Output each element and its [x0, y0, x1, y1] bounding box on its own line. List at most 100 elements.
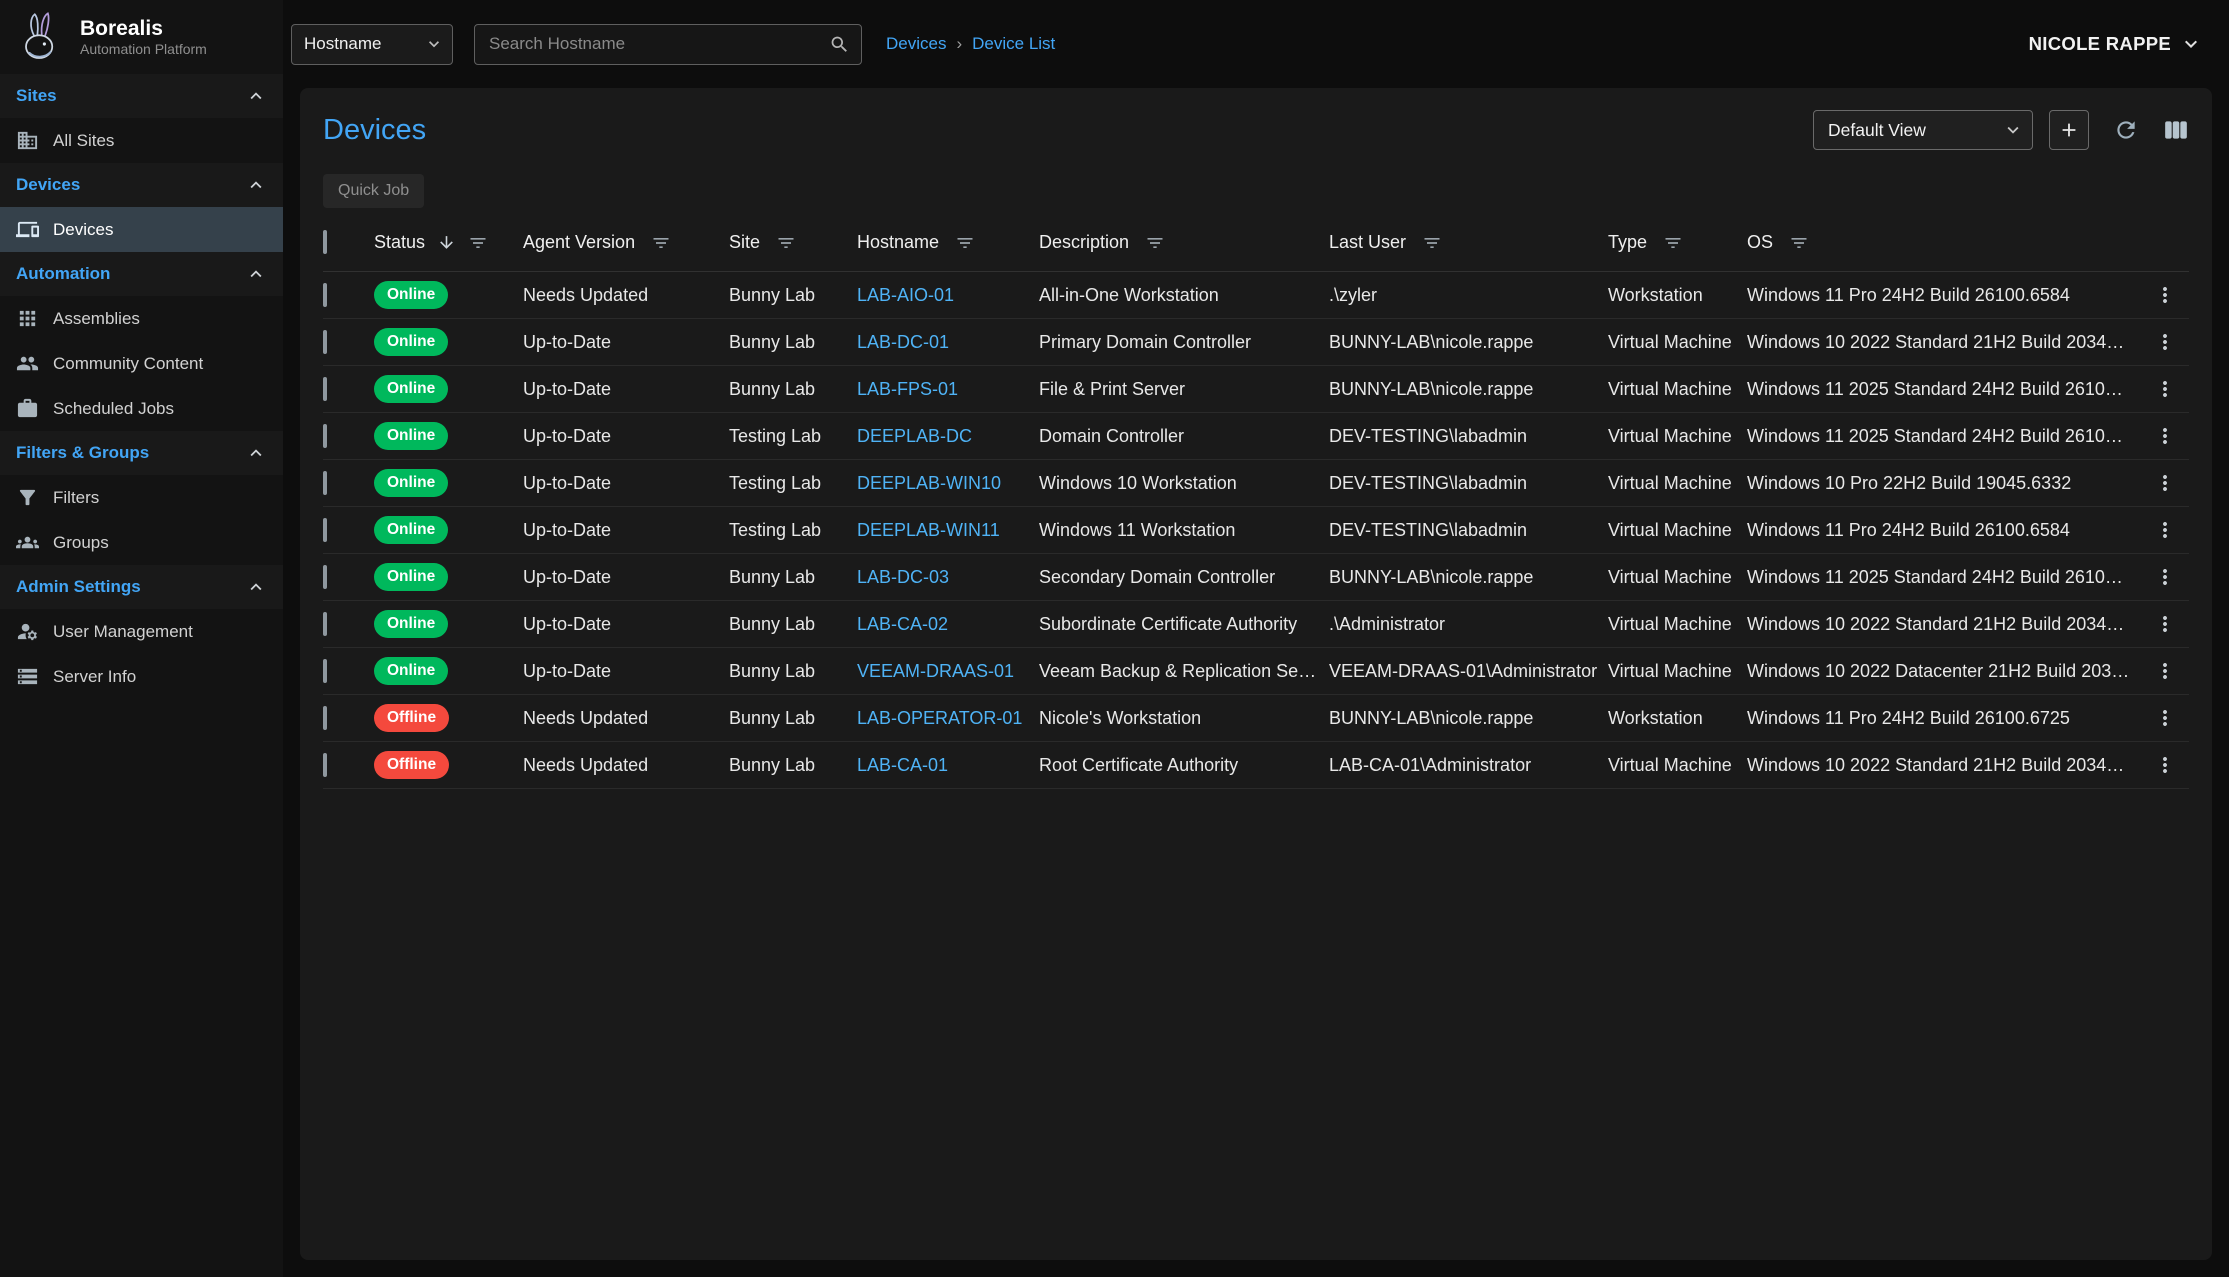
sidebar-item-assemblies[interactable]: Assemblies — [0, 296, 283, 341]
more-vert-icon — [2153, 753, 2177, 777]
filter-icon[interactable] — [776, 233, 796, 253]
quick-job-button[interactable]: Quick Job — [323, 174, 424, 208]
search-field-select[interactable]: Hostname — [291, 24, 453, 65]
agent-version-cell: Up-to-Date — [523, 567, 729, 588]
row-menu-button[interactable] — [2153, 330, 2177, 354]
type-cell: Virtual Machine — [1608, 755, 1747, 776]
row-menu-button[interactable] — [2153, 753, 2177, 777]
app-logo: Borealis Automation Platform — [0, 0, 283, 74]
sort-desc-icon[interactable] — [437, 233, 456, 252]
status-badge: Online — [374, 422, 448, 450]
filter-icon[interactable] — [1145, 233, 1165, 253]
filter-icon[interactable] — [651, 233, 671, 253]
sidebar-section-sites[interactable]: Sites — [0, 74, 283, 118]
filter-icon[interactable] — [1422, 233, 1442, 253]
sidebar-item-server-info[interactable]: Server Info — [0, 654, 283, 699]
hostname-link[interactable]: LAB-FPS-01 — [857, 379, 1039, 400]
row-menu-button[interactable] — [2153, 424, 2177, 448]
last-user-cell: DEV-TESTING\labadmin — [1329, 473, 1608, 494]
sidebar-item-groups[interactable]: Groups — [0, 520, 283, 565]
chevron-up-icon — [245, 85, 267, 107]
user-management-icon — [16, 620, 39, 643]
column-header-description[interactable]: Description — [1039, 232, 1129, 253]
sidebar-item-user-management[interactable]: User Management — [0, 609, 283, 654]
sidebar-item-community-content[interactable]: Community Content — [0, 341, 283, 386]
row-menu-button[interactable] — [2153, 659, 2177, 683]
hostname-link[interactable]: DEEPLAB-WIN10 — [857, 473, 1039, 494]
column-header-hostname[interactable]: Hostname — [857, 232, 939, 253]
plus-icon — [2058, 119, 2080, 141]
hostname-link[interactable]: DEEPLAB-WIN11 — [857, 520, 1039, 541]
sidebar-section-admin-settings[interactable]: Admin Settings — [0, 565, 283, 609]
row-menu-button[interactable] — [2153, 565, 2177, 589]
add-view-button[interactable] — [2049, 110, 2089, 150]
column-header-site[interactable]: Site — [729, 232, 760, 253]
row-checkbox[interactable] — [323, 706, 327, 730]
sidebar-item-all-sites[interactable]: All Sites — [0, 118, 283, 163]
app-subtitle: Automation Platform — [80, 41, 207, 57]
column-header-os[interactable]: OS — [1747, 232, 1773, 253]
row-menu-button[interactable] — [2153, 706, 2177, 730]
row-menu-button[interactable] — [2153, 518, 2177, 542]
row-checkbox[interactable] — [323, 424, 327, 448]
hostname-link[interactable]: LAB-OPERATOR-01 — [857, 708, 1039, 729]
row-checkbox[interactable] — [323, 753, 327, 777]
column-header-agent-version[interactable]: Agent Version — [523, 232, 635, 253]
sidebar-section-filters-groups[interactable]: Filters & Groups — [0, 431, 283, 475]
hostname-link[interactable]: VEEAM-DRAAS-01 — [857, 661, 1039, 682]
hostname-link[interactable]: LAB-DC-03 — [857, 567, 1039, 588]
agent-version-cell: Up-to-Date — [523, 332, 729, 353]
row-menu-button[interactable] — [2153, 612, 2177, 636]
row-checkbox[interactable] — [323, 612, 327, 636]
filter-icon[interactable] — [955, 233, 975, 253]
rabbit-logo-icon — [12, 9, 68, 65]
row-checkbox[interactable] — [323, 471, 327, 495]
row-menu-button[interactable] — [2153, 377, 2177, 401]
description-cell: Subordinate Certificate Authority — [1039, 614, 1329, 635]
status-badge: Online — [374, 657, 448, 685]
table-row: Online Up-to-Date Testing Lab DEEPLAB-DC… — [323, 413, 2189, 460]
status-badge: Online — [374, 516, 448, 544]
sidebar-item-devices[interactable]: Devices — [0, 207, 283, 252]
search-input[interactable] — [474, 24, 862, 65]
hostname-link[interactable]: LAB-DC-01 — [857, 332, 1039, 353]
sidebar-item-label: Groups — [53, 533, 109, 553]
hostname-link[interactable]: LAB-CA-01 — [857, 755, 1039, 776]
section-label: Admin Settings — [16, 577, 141, 597]
row-checkbox[interactable] — [323, 659, 327, 683]
sidebar-section-automation[interactable]: Automation — [0, 252, 283, 296]
hostname-link[interactable]: DEEPLAB-DC — [857, 426, 1039, 447]
row-menu-button[interactable] — [2153, 471, 2177, 495]
breadcrumb-device-list[interactable]: Device List — [972, 34, 1055, 54]
row-checkbox[interactable] — [323, 377, 327, 401]
filter-icon[interactable] — [468, 233, 488, 253]
view-select[interactable]: Default View — [1813, 110, 2033, 150]
user-menu[interactable]: NICOLE RAPPE — [2029, 32, 2203, 56]
filter-icon[interactable] — [1789, 233, 1809, 253]
filter-icon[interactable] — [1663, 233, 1683, 253]
row-checkbox[interactable] — [323, 518, 327, 542]
more-vert-icon — [2153, 659, 2177, 683]
sidebar-item-scheduled-jobs[interactable]: Scheduled Jobs — [0, 386, 283, 431]
search-icon[interactable] — [829, 34, 850, 55]
breadcrumb-devices[interactable]: Devices — [886, 34, 946, 54]
columns-button[interactable] — [2163, 117, 2189, 143]
sidebar-section-devices[interactable]: Devices — [0, 163, 283, 207]
agent-version-cell: Up-to-Date — [523, 614, 729, 635]
sidebar-item-label: All Sites — [53, 131, 114, 151]
hostname-link[interactable]: LAB-AIO-01 — [857, 285, 1039, 306]
section-label: Automation — [16, 264, 110, 284]
select-all-checkbox[interactable] — [323, 230, 327, 254]
row-menu-button[interactable] — [2153, 283, 2177, 307]
sites-icon — [16, 129, 39, 152]
sidebar-item-filters[interactable]: Filters — [0, 475, 283, 520]
row-checkbox[interactable] — [323, 565, 327, 589]
row-checkbox[interactable] — [323, 330, 327, 354]
column-header-last-user[interactable]: Last User — [1329, 232, 1406, 253]
column-header-status[interactable]: Status — [374, 232, 425, 253]
hostname-link[interactable]: LAB-CA-02 — [857, 614, 1039, 635]
refresh-button[interactable] — [2113, 117, 2139, 143]
view-select-value: Default View — [1828, 120, 1926, 141]
column-header-type[interactable]: Type — [1608, 232, 1647, 253]
row-checkbox[interactable] — [323, 283, 327, 307]
